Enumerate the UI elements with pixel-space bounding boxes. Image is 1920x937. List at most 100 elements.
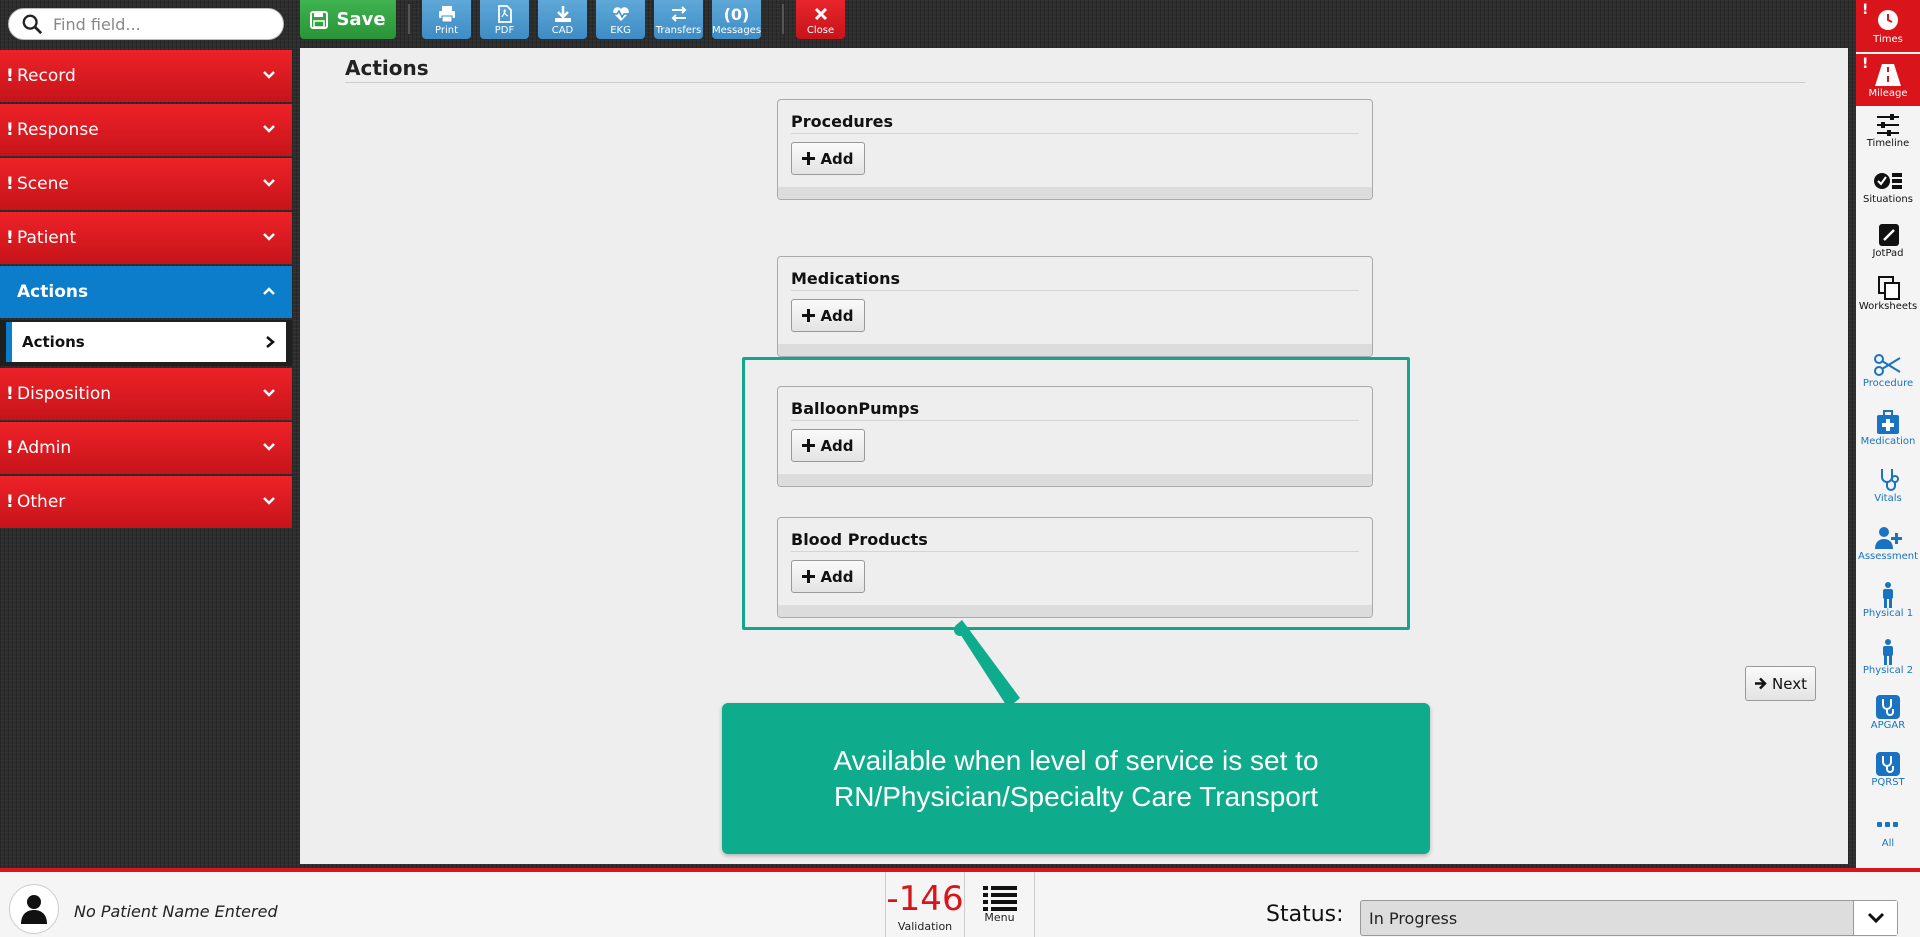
timeline-label: Timeline: [1866, 138, 1910, 149]
print-label: Print: [434, 25, 458, 36]
add-medication-button[interactable]: Add: [791, 299, 865, 332]
heartbeat-icon: [612, 7, 629, 21]
nav-subitem-actions[interactable]: Actions: [0, 320, 292, 366]
chevron-down-icon: [263, 389, 275, 397]
apgar-button[interactable]: APGAR: [1856, 694, 1920, 731]
all-tools-button[interactable]: All: [1856, 812, 1920, 849]
nav-item-record[interactable]: ! Record: [0, 50, 292, 102]
scissors-icon: [1874, 354, 1901, 376]
chevron-up-icon: [263, 287, 275, 295]
procedure-button[interactable]: Procedure: [1856, 352, 1920, 389]
physical1-label: Physical 1: [1862, 608, 1914, 619]
annotation-highlight: [742, 357, 1410, 630]
validation-label: Validation: [897, 920, 953, 933]
documents-icon: [1878, 276, 1900, 300]
pdf-button[interactable]: PDF: [480, 0, 529, 39]
physical2-button[interactable]: Physical 2: [1856, 639, 1920, 676]
ekg-button[interactable]: EKG: [596, 0, 645, 39]
plus-icon: [802, 152, 816, 165]
printer-icon: [438, 6, 455, 23]
times-button[interactable]: ! Times: [1856, 0, 1920, 52]
nav-item-scene[interactable]: ! Scene: [0, 158, 292, 210]
status-dropdown-toggle[interactable]: [1853, 901, 1897, 935]
medkit-icon: [1877, 410, 1899, 434]
messages-count: (0): [723, 5, 750, 24]
right-tool-bar: ! Times ! Mileage Timeline Situations Jo…: [1856, 0, 1920, 868]
nav-item-response[interactable]: ! Response: [0, 104, 292, 156]
jotpad-button[interactable]: JotPad: [1856, 222, 1920, 259]
status-label: Status:: [1266, 902, 1344, 927]
toolbar-divider: [782, 4, 784, 34]
assessment-label: Assessment: [1858, 551, 1918, 562]
physical2-label: Physical 2: [1862, 665, 1914, 676]
physical1-button[interactable]: Physical 1: [1856, 582, 1920, 619]
vitals-button[interactable]: Vitals: [1856, 467, 1920, 504]
nav-item-label: Response: [17, 120, 99, 140]
ekg-label: EKG: [610, 25, 631, 36]
messages-label: Messages: [711, 25, 762, 36]
apgar-label: APGAR: [1870, 720, 1906, 731]
list-menu-icon: [982, 886, 1017, 911]
procedure-label: Procedure: [1862, 378, 1914, 389]
jotpad-label: JotPad: [1872, 248, 1904, 259]
medication-label: Medication: [1860, 436, 1916, 447]
patient-avatar[interactable]: [9, 884, 59, 934]
search-input[interactable]: [53, 14, 273, 34]
required-indicator: !: [6, 384, 14, 404]
user-plus-icon: [1875, 527, 1902, 549]
mileage-button[interactable]: ! Mileage: [1856, 54, 1920, 106]
nav-item-label: Patient: [17, 228, 77, 248]
menu-button[interactable]: Menu: [965, 872, 1035, 937]
assessment-button[interactable]: Assessment: [1856, 525, 1920, 562]
toolbar-divider: [408, 4, 410, 34]
medications-section: Medications Add: [777, 256, 1373, 357]
required-indicator: !: [6, 66, 14, 86]
required-indicator: !: [6, 438, 14, 458]
section-footer: [778, 187, 1372, 199]
cad-button[interactable]: CAD: [538, 0, 587, 39]
section-title: Medications: [791, 269, 1359, 291]
transfers-button[interactable]: Transfers: [654, 0, 703, 39]
pdf-label: PDF: [494, 25, 515, 36]
add-procedure-button[interactable]: Add: [791, 142, 865, 175]
timeline-button[interactable]: Timeline: [1856, 112, 1920, 149]
nav-item-disposition[interactable]: ! Disposition: [0, 368, 292, 420]
callout-line: RN/Physician/Specialty Care Transport: [834, 780, 1318, 812]
nav-item-patient[interactable]: ! Patient: [0, 212, 292, 264]
transfer-arrows-icon: [671, 6, 686, 22]
chevron-down-icon: [263, 233, 275, 241]
nav-item-other[interactable]: ! Other: [0, 476, 292, 528]
print-button[interactable]: Print: [422, 0, 471, 39]
messages-button[interactable]: (0) Messages: [712, 0, 761, 39]
nav-item-label: Scene: [17, 174, 69, 194]
save-button[interactable]: Save: [300, 0, 396, 39]
situations-label: Situations: [1863, 194, 1913, 205]
medication-button[interactable]: Medication: [1856, 410, 1920, 447]
nav-subitem-box[interactable]: Actions: [6, 322, 286, 362]
chevron-down-icon: [1867, 912, 1884, 924]
annotation-callout: Available when level of service is set t…: [722, 703, 1430, 854]
ellipsis-icon: [1877, 822, 1898, 827]
chevron-down-icon: [263, 71, 275, 79]
status-select[interactable]: In Progress: [1360, 900, 1898, 936]
nav-subitem-label: Actions: [22, 333, 85, 351]
close-button[interactable]: Close: [796, 0, 845, 39]
nav-item-actions[interactable]: Actions: [0, 266, 292, 318]
floppy-disk-icon: [310, 10, 329, 29]
status-value: In Progress: [1369, 908, 1458, 928]
nav-item-admin[interactable]: ! Admin: [0, 422, 292, 474]
search-field[interactable]: [8, 8, 284, 40]
checklist-icon: [1874, 173, 1902, 189]
top-toolbar: Save Print PDF CAD EKG Transfers (0) Mes…: [300, 0, 854, 40]
chevron-down-icon: [263, 497, 275, 505]
stethoscope-box-icon: [1876, 695, 1900, 719]
pqrst-label: PQRST: [1871, 777, 1905, 788]
situations-button[interactable]: Situations: [1856, 168, 1920, 205]
close-label: Close: [806, 25, 835, 36]
worksheets-button[interactable]: Worksheets: [1856, 275, 1920, 312]
next-button[interactable]: Next: [1745, 666, 1816, 701]
callout-line: Available when level of service is set t…: [833, 744, 1319, 776]
stethoscope-icon: [1881, 469, 1899, 491]
pqrst-button[interactable]: PQRST: [1856, 751, 1920, 788]
validation-button[interactable]: -146 Validation: [885, 872, 965, 937]
